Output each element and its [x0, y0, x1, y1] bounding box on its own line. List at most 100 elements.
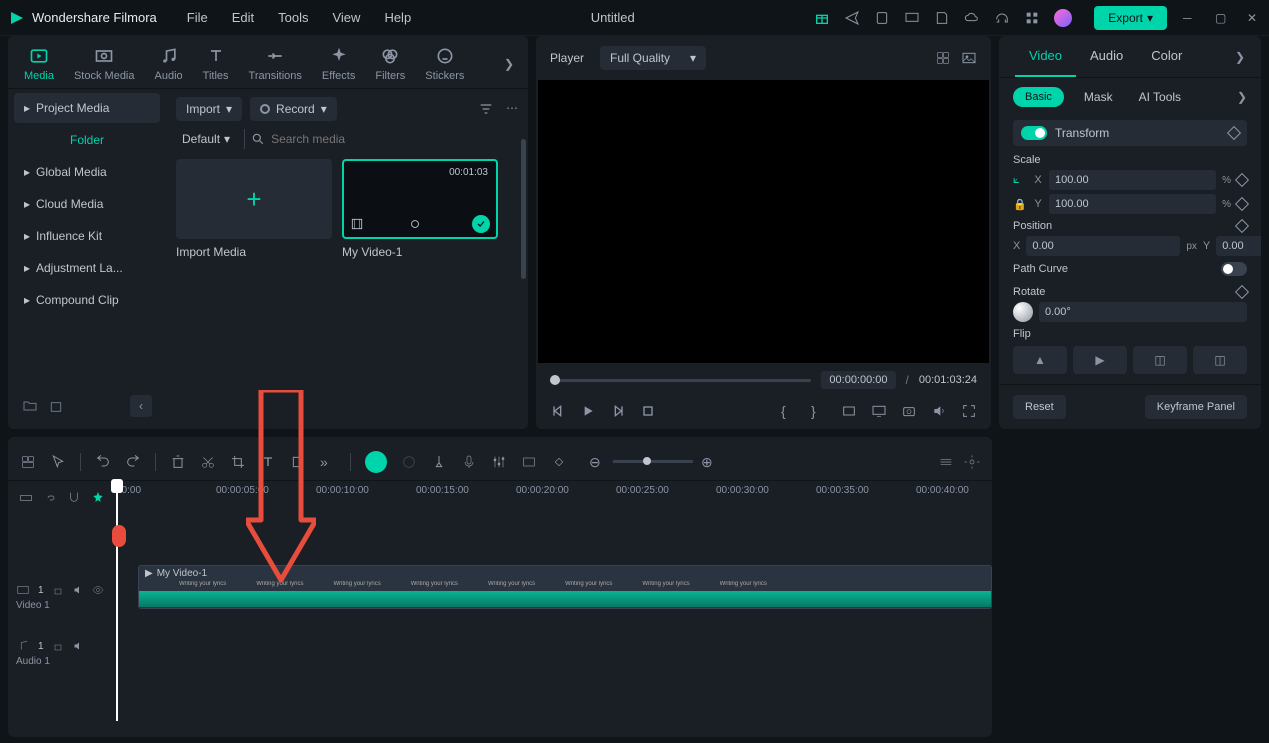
- snapshot-icon[interactable]: [901, 403, 917, 419]
- search-input[interactable]: [271, 132, 512, 146]
- zoom-slider[interactable]: [613, 460, 693, 463]
- volume-icon[interactable]: [931, 403, 947, 419]
- subtab-basic[interactable]: Basic: [1013, 87, 1064, 107]
- pos-y-input[interactable]: [1216, 236, 1261, 256]
- more-tools-icon[interactable]: »: [320, 454, 336, 470]
- reset-button[interactable]: Reset: [1013, 395, 1066, 419]
- minimize-button[interactable]: ─: [1183, 11, 1197, 25]
- stop-icon[interactable]: [640, 403, 656, 419]
- menu-help[interactable]: Help: [384, 10, 411, 25]
- media-scrollbar[interactable]: [521, 139, 526, 279]
- sidebar-item-adjustment-layer[interactable]: ▸Adjustment La...: [14, 253, 160, 283]
- lock-link-icon[interactable]: 🔒: [1013, 198, 1027, 211]
- tab-filters[interactable]: Filters: [373, 46, 407, 82]
- play-icon[interactable]: [580, 403, 596, 419]
- track-link-icon[interactable]: [42, 490, 58, 506]
- tl-settings-icon[interactable]: [964, 454, 980, 470]
- video-track-header[interactable]: 1 Video 1: [16, 569, 130, 625]
- more-icon[interactable]: ⋯: [506, 101, 518, 117]
- ai-button[interactable]: [365, 451, 387, 473]
- bin-icon[interactable]: [48, 398, 64, 414]
- mute-icon[interactable]: [72, 640, 84, 652]
- image-view-icon[interactable]: [961, 50, 977, 66]
- sort-dropdown[interactable]: Default▾: [176, 129, 236, 149]
- layout-icon[interactable]: [20, 454, 36, 470]
- text-icon[interactable]: [260, 454, 276, 470]
- undo-icon[interactable]: [95, 454, 111, 470]
- save-icon[interactable]: [934, 10, 950, 26]
- subtab-mask[interactable]: Mask: [1078, 86, 1119, 108]
- tab-color[interactable]: Color: [1137, 36, 1196, 77]
- sidebar-item-influence-kit[interactable]: ▸Influence Kit: [14, 221, 160, 251]
- menu-file[interactable]: File: [187, 10, 208, 25]
- keyframe-icon[interactable]: [1235, 197, 1249, 211]
- mic-icon[interactable]: [461, 454, 477, 470]
- player-viewport[interactable]: [538, 80, 989, 363]
- menu-tools[interactable]: Tools: [278, 10, 308, 25]
- flip-copy2-button[interactable]: ◫: [1193, 346, 1247, 374]
- quality-dropdown[interactable]: Full Quality▾: [600, 46, 706, 70]
- media-clip-thumb[interactable]: 00:01:03: [342, 159, 498, 239]
- screen-icon[interactable]: [904, 10, 920, 26]
- scale-x-input[interactable]: [1049, 170, 1216, 190]
- rotate-knob[interactable]: [1013, 302, 1033, 322]
- crop2-icon[interactable]: [290, 454, 306, 470]
- prev-frame-icon[interactable]: [550, 403, 566, 419]
- maximize-button[interactable]: ▢: [1215, 11, 1229, 25]
- render-icon[interactable]: [521, 454, 537, 470]
- lock-icon[interactable]: [52, 640, 64, 652]
- sidebar-item-project-media[interactable]: ▸Project Media: [14, 93, 160, 123]
- zoom-in-icon[interactable]: ⊕: [701, 454, 717, 470]
- eye-icon[interactable]: [92, 584, 104, 596]
- select-tool-icon[interactable]: [50, 454, 66, 470]
- crop-icon[interactable]: [230, 454, 246, 470]
- tab-titles[interactable]: Titles: [201, 46, 231, 82]
- timeline-clip[interactable]: ▶My Video-1 Writing your lyricsWriting y…: [138, 565, 992, 609]
- keyframe-icon[interactable]: [1235, 219, 1249, 233]
- new-folder-icon[interactable]: [22, 398, 38, 414]
- tabs-scroll-right-icon[interactable]: ❯: [504, 57, 514, 71]
- scale-y-input[interactable]: [1049, 194, 1216, 214]
- tab-transitions[interactable]: Transitions: [247, 46, 304, 82]
- menu-view[interactable]: View: [332, 10, 360, 25]
- avatar-icon[interactable]: [1054, 9, 1072, 27]
- mixer-icon[interactable]: [491, 454, 507, 470]
- playhead[interactable]: [116, 481, 118, 721]
- tab-audio-props[interactable]: Audio: [1076, 36, 1137, 77]
- sidebar-item-folder[interactable]: Folder: [14, 125, 160, 155]
- redo-icon[interactable]: [125, 454, 141, 470]
- marker-pill[interactable]: [112, 525, 126, 547]
- gift-icon[interactable]: [814, 10, 830, 26]
- props-scroll-icon[interactable]: ❯: [1235, 50, 1245, 64]
- flip-vertical-button[interactable]: ▶: [1073, 346, 1127, 374]
- headphones-icon[interactable]: [994, 10, 1010, 26]
- ratio-icon[interactable]: [841, 403, 857, 419]
- display-icon[interactable]: [871, 403, 887, 419]
- cloud-icon[interactable]: [964, 10, 980, 26]
- track-magnet-icon[interactable]: [66, 490, 82, 506]
- sidebar-item-compound-clip[interactable]: ▸Compound Clip: [14, 285, 160, 315]
- subtabs-scroll-icon[interactable]: ❯: [1237, 90, 1247, 104]
- tab-stickers[interactable]: Stickers: [423, 46, 466, 82]
- lock-icon[interactable]: ⟀: [1013, 174, 1027, 187]
- keyframe-icon[interactable]: [1227, 126, 1241, 140]
- flip-horizontal-button[interactable]: ▲: [1013, 346, 1067, 374]
- apps-icon[interactable]: [1024, 10, 1040, 26]
- track-auto-icon[interactable]: [90, 490, 106, 506]
- transform-toggle[interactable]: [1021, 126, 1047, 140]
- send-icon[interactable]: [844, 10, 860, 26]
- import-media-button[interactable]: +: [176, 159, 332, 239]
- tab-video[interactable]: Video: [1015, 36, 1076, 77]
- keyframe-icon[interactable]: [1235, 285, 1249, 299]
- sidebar-item-global-media[interactable]: ▸Global Media: [14, 157, 160, 187]
- device-icon[interactable]: [874, 10, 890, 26]
- tab-effects[interactable]: Effects: [320, 46, 357, 82]
- marker-icon[interactable]: [431, 454, 447, 470]
- path-curve-toggle[interactable]: [1221, 262, 1247, 276]
- tab-audio[interactable]: Audio: [153, 46, 185, 82]
- record-dropdown[interactable]: Record▾: [250, 97, 337, 121]
- flip-copy1-button[interactable]: ◫: [1133, 346, 1187, 374]
- rotate-input[interactable]: [1039, 302, 1247, 322]
- menu-edit[interactable]: Edit: [232, 10, 254, 25]
- sidebar-item-cloud-media[interactable]: ▸Cloud Media: [14, 189, 160, 219]
